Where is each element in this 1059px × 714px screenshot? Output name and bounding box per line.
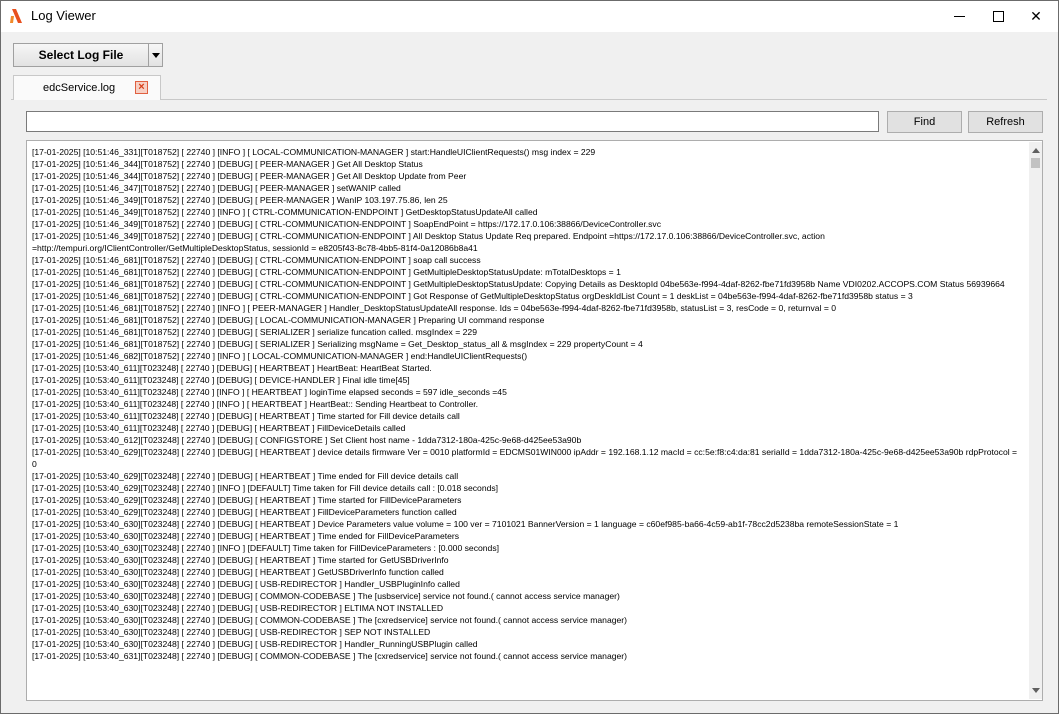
log-line: [17-01-2025] [10:53:40_631][T023248] [ 2… — [32, 651, 628, 661]
scroll-up-button[interactable] — [1029, 144, 1042, 157]
log-line: [17-01-2025] [10:53:40_612][T023248] [ 2… — [32, 435, 582, 445]
log-line: [17-01-2025] [10:53:40_611][T023248] [ 2… — [32, 423, 406, 433]
close-button[interactable]: ✕ — [1013, 1, 1058, 32]
log-line: [17-01-2025] [10:51:46_681][T018752] [ 2… — [32, 339, 643, 349]
log-line: [17-01-2025] [10:51:46_681][T018752] [ 2… — [32, 327, 477, 337]
window-title: Log Viewer — [31, 8, 96, 23]
log-line: [17-01-2025] [10:51:46_349][T018752] [ 2… — [32, 231, 828, 253]
log-line: [17-01-2025] [10:51:46_349][T018752] [ 2… — [32, 219, 662, 229]
log-line: [17-01-2025] [10:51:46_681][T018752] [ 2… — [32, 291, 913, 301]
refresh-button[interactable]: Refresh — [968, 111, 1043, 133]
log-line: [17-01-2025] [10:53:40_630][T023248] [ 2… — [32, 567, 444, 577]
log-line: [17-01-2025] [10:53:40_630][T023248] [ 2… — [32, 579, 460, 589]
log-line: [17-01-2025] [10:53:40_630][T023248] [ 2… — [32, 615, 628, 625]
log-line: [17-01-2025] [10:51:46_347][T018752] [ 2… — [32, 183, 401, 193]
log-line: [17-01-2025] [10:53:40_611][T023248] [ 2… — [32, 399, 479, 409]
log-line: [17-01-2025] [10:53:40_611][T023248] [ 2… — [32, 411, 460, 421]
log-line: [17-01-2025] [10:53:40_611][T023248] [ 2… — [32, 363, 432, 373]
log-line: [17-01-2025] [10:53:40_630][T023248] [ 2… — [32, 543, 500, 553]
log-line: [17-01-2025] [10:51:46_331][T018752] [ 2… — [32, 147, 596, 157]
find-button[interactable]: Find — [887, 111, 962, 133]
app-logo-icon — [10, 9, 22, 23]
log-line: [17-01-2025] [10:53:40_630][T023248] [ 2… — [32, 591, 620, 601]
title-bar: Log Viewer ✕ — [1, 1, 1058, 32]
log-viewer-window: Log Viewer ✕ Select Log File edcService.… — [0, 0, 1059, 714]
log-line: [17-01-2025] [10:51:46_682][T018752] [ 2… — [32, 351, 528, 361]
close-icon: ✕ — [1030, 8, 1042, 24]
scroll-down-icon — [1031, 688, 1040, 693]
select-log-file-button[interactable]: Select Log File — [13, 43, 149, 67]
log-line: [17-01-2025] [10:51:46_681][T018752] [ 2… — [32, 255, 481, 265]
log-line: [17-01-2025] [10:53:40_629][T023248] [ 2… — [32, 447, 1018, 469]
log-line: [17-01-2025] [10:53:40_611][T023248] [ 2… — [32, 375, 410, 385]
log-line: [17-01-2025] [10:53:40_630][T023248] [ 2… — [32, 519, 899, 529]
close-icon[interactable]: × — [135, 81, 148, 94]
select-log-dropdown-button[interactable] — [148, 43, 163, 67]
log-line: [17-01-2025] [10:53:40_630][T023248] [ 2… — [32, 531, 460, 541]
log-line: [17-01-2025] [10:53:40_629][T023248] [ 2… — [32, 471, 459, 481]
vertical-scrollbar[interactable] — [1029, 142, 1042, 699]
search-input[interactable] — [26, 111, 879, 132]
log-line: [17-01-2025] [10:51:46_681][T018752] [ 2… — [32, 315, 545, 325]
tab-edcservice-log[interactable]: edcService.log × — [13, 75, 161, 100]
log-line: [17-01-2025] [10:53:40_630][T023248] [ 2… — [32, 627, 431, 637]
maximize-icon — [992, 11, 1004, 22]
log-line: [17-01-2025] [10:51:46_349][T018752] [ 2… — [32, 195, 448, 205]
log-line: [17-01-2025] [10:51:46_681][T018752] [ 2… — [32, 267, 621, 277]
log-line: [17-01-2025] [10:53:40_629][T023248] [ 2… — [32, 507, 457, 517]
log-line: [17-01-2025] [10:53:40_630][T023248] [ 2… — [32, 603, 444, 613]
log-content-area[interactable]: [17-01-2025] [10:51:46_331][T018752] [ 2… — [26, 140, 1043, 701]
tab-strip-divider — [11, 99, 1047, 100]
log-line: [17-01-2025] [10:51:46_349][T018752] [ 2… — [32, 207, 538, 217]
log-line: [17-01-2025] [10:51:46_344][T018752] [ 2… — [32, 159, 423, 169]
log-line: [17-01-2025] [10:53:40_611][T023248] [ 2… — [32, 387, 507, 397]
log-line: [17-01-2025] [10:53:40_630][T023248] [ 2… — [32, 639, 478, 649]
scroll-up-icon — [1031, 148, 1040, 153]
log-line: [17-01-2025] [10:53:40_629][T023248] [ 2… — [32, 495, 462, 505]
minimize-icon — [953, 16, 965, 17]
log-line: [17-01-2025] [10:53:40_629][T023248] [ 2… — [32, 483, 499, 493]
tab-label: edcService.log — [43, 82, 116, 94]
log-line: [17-01-2025] [10:51:46_681][T018752] [ 2… — [32, 303, 837, 313]
log-line: [17-01-2025] [10:53:40_630][T023248] [ 2… — [32, 555, 449, 565]
chevron-down-icon — [151, 52, 160, 58]
log-text: [17-01-2025] [10:51:46_331][T018752] [ 2… — [32, 146, 1018, 697]
log-line: [17-01-2025] [10:51:46_344][T018752] [ 2… — [32, 171, 467, 181]
scroll-thumb[interactable] — [1031, 158, 1040, 168]
scroll-down-button[interactable] — [1029, 684, 1042, 697]
log-line: [17-01-2025] [10:51:46_681][T018752] [ 2… — [32, 279, 1005, 289]
